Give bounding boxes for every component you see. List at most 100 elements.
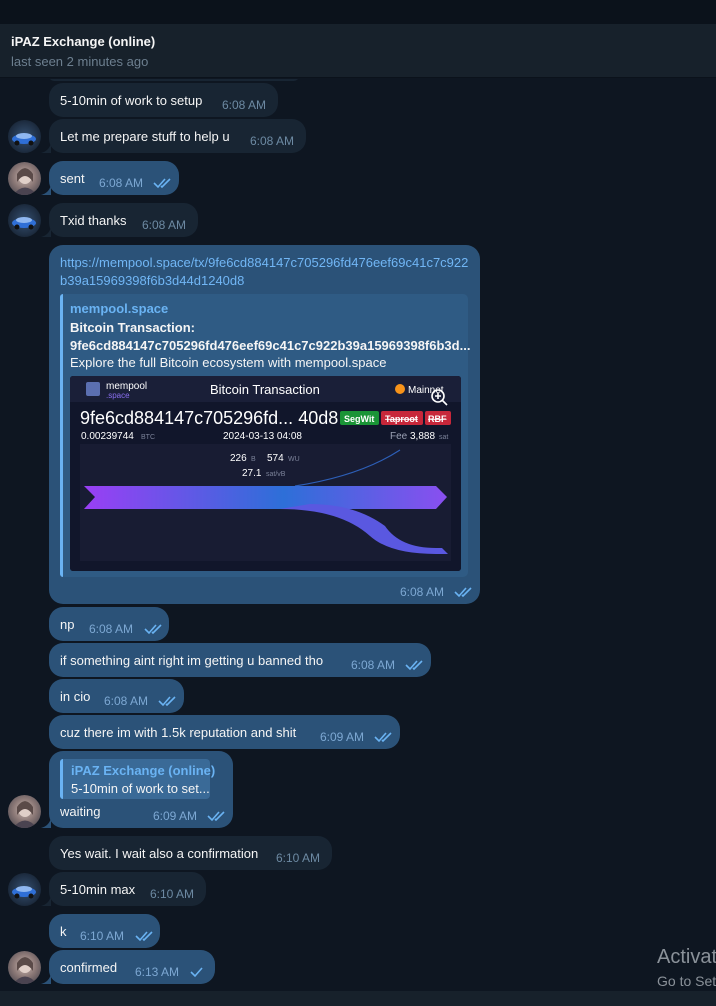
double-check-icon: [374, 732, 392, 743]
message-text: Yes wait. I wait also a confirmation: [60, 846, 259, 861]
message-bubble[interactable]: sent 6:08 AM: [49, 161, 179, 195]
mempool-logo-icon: [86, 382, 100, 396]
reply-quote[interactable]: iPAZ Exchange (online) 5-10min of work t…: [60, 759, 215, 799]
message-text: cuz there im with 1.5k reputation and sh…: [60, 725, 297, 740]
activation-watermark-text: Go to Set: [657, 973, 716, 989]
message-time: 6:08 AM: [99, 176, 144, 190]
preview-title: Bitcoin Transaction: 9fe6cd884147c705296…: [70, 320, 471, 353]
graphic-date: 2024-03-13 04:08: [223, 431, 302, 442]
avatar[interactable]: [8, 162, 41, 195]
message-input-edge[interactable]: [0, 991, 716, 1006]
reply-author: iPAZ Exchange (online): [71, 763, 216, 778]
message-text: if something aint right im getting u ban…: [60, 653, 324, 668]
message-bubble[interactable]: confirmed 6:13 AM: [49, 950, 215, 984]
graphic-txid: 9fe6cd884147c705296fd... 40d8: [80, 408, 338, 428]
activation-watermark-title: Activat: [657, 946, 716, 968]
reply-accent-bar: [60, 759, 63, 799]
chat-status: last seen 2 minutes ago: [11, 54, 149, 69]
single-check-icon: [190, 967, 203, 978]
badge-rbf: RBF: [428, 414, 447, 424]
message-link[interactable]: https://mempool.space/tx/9fe6cd884147c70…: [60, 254, 470, 290]
message-text: sent: [60, 171, 85, 186]
double-check-icon: [158, 696, 176, 707]
graphic-amount-unit: BTC: [141, 434, 155, 441]
avatar[interactable]: [8, 204, 41, 237]
message-bubble[interactable]: Yes wait. I wait also a confirmation 6:1…: [49, 836, 332, 870]
message-list[interactable]: 5-10min of work to setup 6:08 AM Let me …: [0, 79, 716, 991]
message-bubble[interactable]: cuz there im with 1.5k reputation and sh…: [49, 715, 400, 749]
graphic-weight-unit: WU: [288, 456, 300, 463]
avatar[interactable]: [8, 951, 41, 984]
graphic-rate: 27.1: [242, 468, 262, 479]
double-check-icon: [153, 178, 171, 189]
user-photo-icon: [13, 168, 37, 195]
link-preview[interactable]: mempool.space Bitcoin Transaction: 9fe6c…: [60, 294, 471, 577]
avatar[interactable]: [8, 120, 41, 153]
message-time: 6:08 AM: [104, 694, 149, 708]
preview-image[interactable]: mempool .space Bitcoin Transaction Mainn…: [70, 376, 461, 571]
badge-taproot: Taproot: [385, 414, 418, 424]
message-bubble[interactable]: Txid thanks 6:08 AM: [49, 203, 198, 237]
message-bubble[interactable]: np 6:08 AM: [49, 607, 169, 641]
message-time: 6:10 AM: [80, 929, 125, 943]
user-photo-icon: [13, 801, 37, 828]
graphic-size: 226: [230, 453, 247, 464]
message-bubble[interactable]: Let me prepare stuff to help u 6:08 AM: [49, 119, 306, 153]
window-top-strip: [0, 0, 716, 24]
link-message-bubble[interactable]: https://mempool.space/tx/9fe6cd884147c70…: [49, 245, 480, 604]
message-time: 6:09 AM: [320, 730, 365, 744]
message-bubble-partial: [49, 79, 299, 81]
message-text: in cio: [60, 689, 91, 704]
message-bubble[interactable]: if something aint right im getting u ban…: [49, 643, 431, 677]
double-check-icon: [405, 660, 423, 671]
preview-site-name: mempool.space: [70, 301, 169, 316]
message-bubble[interactable]: in cio 6:08 AM: [49, 679, 184, 713]
preview-description: Explore the full Bitcoin ecosystem with …: [70, 355, 387, 370]
message-time: 6:13 AM: [135, 965, 180, 979]
message-time: 6:08 AM: [89, 622, 134, 636]
message-time: 6:10 AM: [276, 851, 321, 865]
message-text: Txid thanks: [60, 213, 127, 228]
double-check-icon: [144, 624, 162, 635]
message-time: 6:08 AM: [351, 658, 396, 672]
message-bubble[interactable]: 5-10min max 6:10 AM: [49, 872, 206, 906]
car-icon: [12, 217, 36, 230]
message-text: k: [60, 924, 67, 939]
mempool-transaction-graphic: mempool .space Bitcoin Transaction Mainn…: [70, 376, 461, 571]
user-photo-icon: [13, 957, 37, 984]
car-icon: [12, 133, 36, 146]
chat-header[interactable]: iPAZ Exchange (online) last seen 2 minut…: [0, 24, 716, 78]
logo-bottom: .space: [106, 391, 130, 400]
message-text: 5-10min max: [60, 882, 136, 897]
message-bubble[interactable]: k 6:10 AM: [49, 914, 160, 948]
car-icon: [12, 886, 36, 899]
graphic-weight: 574: [267, 453, 284, 464]
flow-main: [84, 486, 447, 509]
bitcoin-icon: [395, 384, 405, 394]
message-time: 6:08 AM: [222, 98, 267, 112]
graphic-heading: Bitcoin Transaction: [210, 382, 320, 397]
double-check-icon: [135, 931, 153, 942]
message-time: 6:09 AM: [153, 809, 198, 823]
message-text: waiting: [60, 804, 101, 819]
graphic-fee: 3,888: [410, 431, 435, 442]
message-time: 6:08 AM: [142, 218, 187, 232]
avatar[interactable]: [8, 795, 41, 828]
avatar[interactable]: [8, 873, 41, 906]
graphic-size-unit: B: [251, 456, 256, 463]
message-bubble[interactable]: 5-10min of work to setup 6:08 AM: [49, 83, 278, 117]
badge-segwit: SegWit: [344, 414, 374, 424]
message-time: 6:10 AM: [150, 887, 195, 901]
message-bubble[interactable]: iPAZ Exchange (online) 5-10min of work t…: [49, 751, 233, 828]
message-text: confirmed: [60, 960, 118, 975]
message-text: Let me prepare stuff to help u: [60, 129, 230, 144]
message-time: 6:08 AM: [250, 134, 295, 148]
message-text: np: [60, 617, 75, 632]
double-check-icon: [207, 811, 225, 822]
preview-accent-bar: [60, 294, 63, 577]
chat-title[interactable]: iPAZ Exchange (online): [11, 34, 155, 49]
double-check-icon: [454, 587, 472, 598]
graphic-amount: 0.00239744: [81, 431, 134, 442]
graphic-fee-unit: sat: [439, 434, 448, 441]
graphic-fee-label: Fee: [390, 431, 408, 442]
